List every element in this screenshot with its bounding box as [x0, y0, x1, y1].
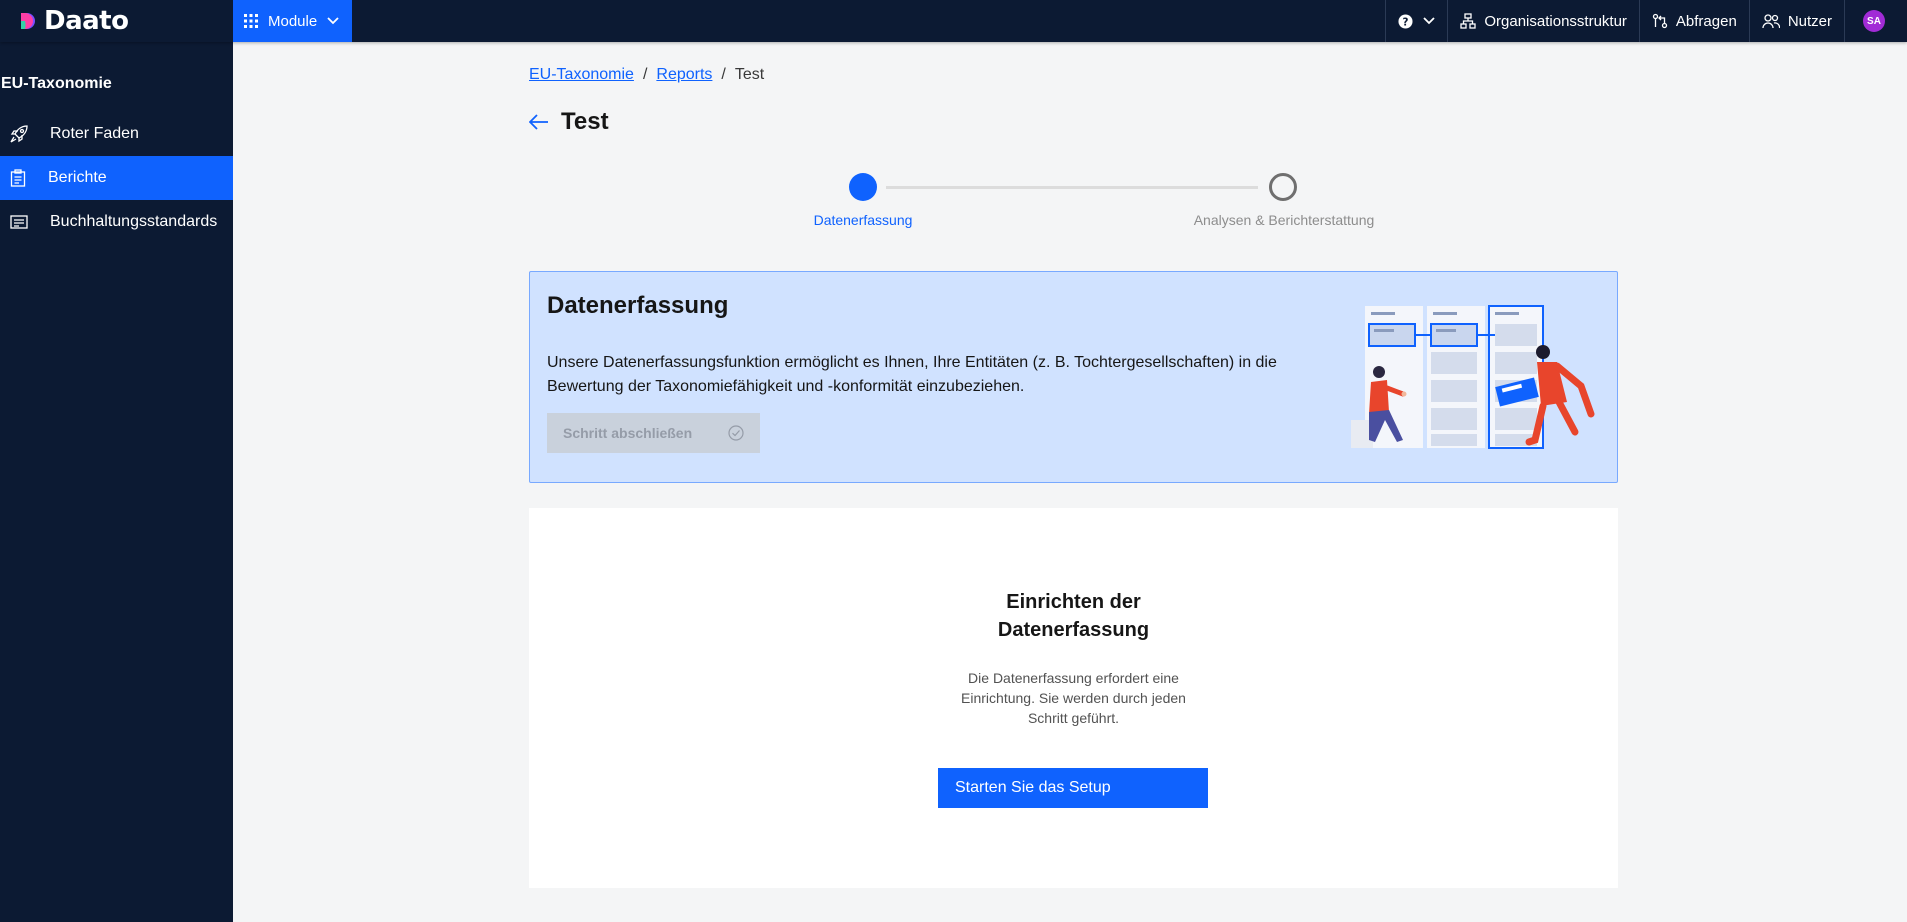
step-indicator-upcoming[interactable]	[1269, 173, 1297, 201]
setup-title-line2: Datenerfassung	[997, 619, 1150, 641]
report-icon	[10, 169, 26, 187]
breadcrumb: EU-Taxonomie / Reports / Test	[529, 66, 764, 84]
help-menu-button[interactable]: ?	[1385, 0, 1447, 42]
breadcrumb-current: Test	[734, 66, 765, 83]
sidebar-item-label: Roter Faden	[50, 125, 139, 142]
setup-card-description: Die Datenerfassung erfordert eine Einric…	[961, 670, 1186, 726]
page-title: Test	[561, 108, 609, 135]
complete-step-button[interactable]: Schritt abschließen	[547, 413, 760, 453]
requests-icon	[1652, 13, 1668, 29]
step-label-analysen[interactable]: Analysen & Berichterstattung	[1189, 212, 1379, 228]
rocket-icon	[10, 125, 28, 143]
main-content: EU-Taxonomie / Reports / Test Test Daten…	[233, 42, 1907, 922]
nav-abfragen[interactable]: Abfragen	[1638, 0, 1749, 42]
module-label: Module	[268, 12, 318, 30]
breadcrumb-separator: /	[721, 66, 726, 83]
users-icon	[1762, 14, 1780, 29]
sidebar-item-buchhaltungsstandards[interactable]: Buchhaltungsstandards	[0, 200, 233, 244]
info-card-title: Datenerfassung	[547, 292, 729, 319]
help-icon: ?	[1398, 13, 1413, 29]
complete-step-label: Schritt abschließen	[563, 425, 693, 441]
arrow-left-icon[interactable]	[529, 114, 549, 130]
top-bar: Daato Module ? Organisationsstruktur Abf…	[0, 0, 1907, 42]
sidebar-section-title: EU-Taxonomie	[1, 75, 112, 92]
nav-nutzer-label: Nutzer	[1787, 12, 1832, 30]
document-icon	[10, 215, 28, 229]
stepper-connector	[886, 186, 1258, 189]
nav-organisationsstruktur[interactable]: Organisationsstruktur	[1447, 0, 1639, 42]
start-setup-button[interactable]: Starten Sie das Setup	[938, 768, 1208, 808]
info-card-text: Unsere Datenerfassungsfunktion ermöglich…	[547, 354, 1277, 395]
user-menu[interactable]: SA	[1844, 0, 1907, 42]
brand-logo[interactable]: Daato	[0, 0, 233, 42]
avatar[interactable]: SA	[1863, 10, 1885, 32]
brand-name: Daato	[44, 6, 129, 36]
daato-logo-icon	[21, 13, 35, 29]
step-indicator-current[interactable]	[849, 173, 877, 201]
sidebar-item-berichte[interactable]: Berichte	[0, 156, 233, 200]
step-label-datenerfassung[interactable]: Datenerfassung	[813, 212, 913, 228]
chevron-down-icon	[1423, 17, 1435, 25]
module-menu-button[interactable]: Module	[233, 0, 352, 42]
sidebar-item-label: Berichte	[48, 169, 107, 186]
page-header: Test	[529, 108, 609, 136]
sidebar-item-label: Buchhaltungsstandards	[50, 213, 218, 230]
sidebar-item-roter-faden[interactable]: Roter Faden	[0, 112, 233, 156]
setup-card: Einrichten der Datenerfassung Die Datene…	[529, 508, 1618, 888]
breadcrumb-link-eu-taxonomie[interactable]: EU-Taxonomie	[529, 66, 634, 84]
apps-grid-icon	[244, 14, 258, 28]
setup-card-title: Einrichten der Datenerfassung	[529, 588, 1618, 644]
svg-text:?: ?	[1403, 16, 1409, 28]
nav-organisationsstruktur-label: Organisationsstruktur	[1484, 12, 1627, 30]
breadcrumb-separator: /	[642, 66, 648, 83]
checkmark-outline-icon	[728, 425, 744, 441]
breadcrumb-link-reports[interactable]: Reports	[656, 66, 712, 84]
data-collection-illustration	[1351, 305, 1595, 449]
setup-title-line1: Einrichten der	[1006, 591, 1141, 613]
step-info-card: Datenerfassung Unsere Datenerfassungsfun…	[529, 271, 1618, 483]
sidebar: EU-Taxonomie Roter Faden Berichte Buchha…	[0, 42, 233, 922]
nav-nutzer[interactable]: Nutzer	[1748, 0, 1844, 42]
chevron-down-icon	[327, 17, 339, 25]
nav-abfragen-label: Abfragen	[1675, 12, 1737, 30]
org-structure-icon	[1460, 13, 1477, 29]
